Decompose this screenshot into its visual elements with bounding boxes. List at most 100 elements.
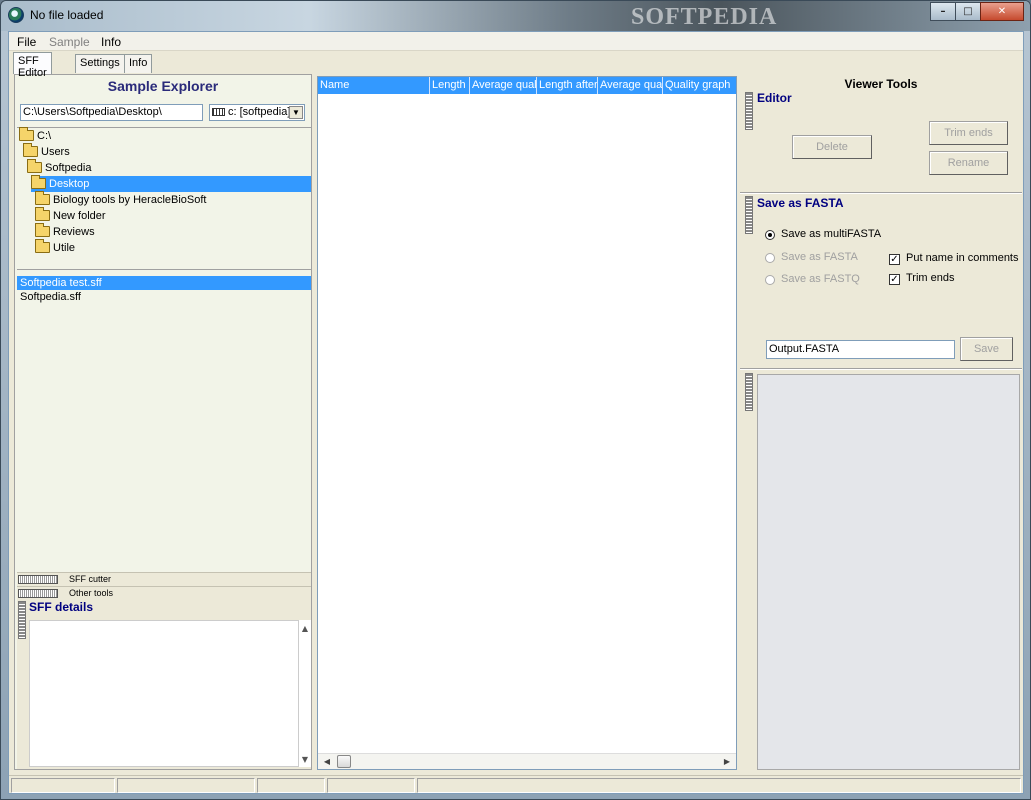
app-icon[interactable] xyxy=(8,7,24,23)
scroll-left-icon[interactable]: ◀ xyxy=(320,755,334,768)
other-tools-bar[interactable]: Other tools xyxy=(17,586,311,600)
viewer-tools-title: Viewer Tools xyxy=(844,77,918,91)
status-pane xyxy=(257,778,325,793)
tab-info[interactable]: Info xyxy=(124,54,153,73)
editor-title: Editor xyxy=(757,91,792,105)
tree-item-new-folder[interactable]: New folder xyxy=(35,207,106,224)
checkmark-icon: ✓ xyxy=(890,274,899,285)
file-list[interactable]: Softpedia test.sff Softpedia.sff xyxy=(17,273,311,570)
panel-grip-icon[interactable] xyxy=(745,196,753,234)
sff-details-title: SFF details xyxy=(29,600,94,614)
column-header-length-after[interactable]: Length after xyxy=(537,77,598,94)
radio-fastq-label: Save as FASTQ xyxy=(781,273,860,285)
open-folder-icon xyxy=(23,143,38,157)
radio-multifasta-label: Save as multiFASTA xyxy=(781,228,882,240)
radio-fasta-label: Save as FASTA xyxy=(781,251,858,263)
maximize-button[interactable]: □ xyxy=(955,2,981,21)
close-icon: ✕ xyxy=(997,6,1007,17)
tab-settings[interactable]: Settings xyxy=(75,54,125,73)
folder-icon xyxy=(35,239,50,253)
folder-icon xyxy=(35,223,50,237)
drive-label: c: [softpedia] xyxy=(228,106,291,118)
trim-ends-button[interactable]: Trim ends xyxy=(929,121,1008,145)
file-item[interactable]: Softpedia test.sff xyxy=(17,276,311,290)
status-pane xyxy=(417,778,1021,793)
minimize-button[interactable]: – xyxy=(930,2,956,21)
window-controls: – □ ✕ xyxy=(930,2,1024,21)
status-pane xyxy=(117,778,255,793)
sff-details-panel: SFF details ▲ ▼ xyxy=(17,599,311,769)
status-pane xyxy=(11,778,115,793)
status-pane xyxy=(327,778,415,793)
panel-grip-icon[interactable] xyxy=(745,92,753,130)
chevron-down-icon[interactable]: ▼ xyxy=(289,106,303,119)
maximize-icon: □ xyxy=(963,6,973,17)
panel-grip-icon[interactable] xyxy=(745,373,753,411)
expand-grip-icon[interactable] xyxy=(18,589,58,598)
column-header-average-quality-after[interactable]: Average qual xyxy=(598,77,663,94)
status-bar xyxy=(9,775,1023,793)
section-divider xyxy=(740,192,1022,194)
tree-item-c-drive[interactable]: C:\ xyxy=(19,127,51,144)
scroll-right-icon[interactable]: ▶ xyxy=(720,755,734,768)
column-header-quality-graph[interactable]: Quality graph xyxy=(663,77,736,94)
output-filename-input[interactable]: Output.FASTA xyxy=(766,340,955,359)
checkmark-icon: ✓ xyxy=(890,254,899,265)
reads-grid[interactable]: Name Length Average qual Length after Av… xyxy=(317,76,737,770)
menu-bar: File Sample Info xyxy=(9,32,1023,51)
grid-header: Name Length Average qual Length after Av… xyxy=(318,77,736,94)
close-button[interactable]: ✕ xyxy=(980,2,1024,21)
scroll-thumb[interactable] xyxy=(337,755,351,768)
application-window: No file loaded SOFTPEDIA – □ ✕ File Samp… xyxy=(0,0,1031,800)
tree-item-desktop[interactable]: Desktop xyxy=(31,175,311,192)
put-name-checkbox[interactable]: ✓ xyxy=(889,254,900,265)
folder-tree[interactable]: C:\ Users Softpedia Desktop Biology tool… xyxy=(17,127,311,270)
path-field[interactable]: C:\Users\Softpedia\Desktop\ xyxy=(20,104,203,121)
rename-button[interactable]: Rename xyxy=(929,151,1008,175)
radio-fastq[interactable] xyxy=(765,275,775,285)
softpedia-watermark: SOFTPEDIA xyxy=(631,4,778,30)
trim-ends-label: Trim ends xyxy=(906,272,955,284)
client-area: File Sample Info SFF Editor Settings Inf… xyxy=(8,31,1024,794)
column-header-average-quality[interactable]: Average qual xyxy=(470,77,537,94)
explorer-title: Sample Explorer xyxy=(107,78,219,94)
drive-icon xyxy=(212,108,225,117)
open-folder-icon xyxy=(31,175,46,189)
save-as-fasta-title: Save as FASTA xyxy=(757,196,844,210)
menu-sample[interactable]: Sample xyxy=(49,35,90,49)
section-divider xyxy=(740,368,1022,370)
window-title: No file loaded xyxy=(30,8,104,22)
viewer-display-area[interactable] xyxy=(757,374,1020,770)
tab-sff-editor[interactable]: SFF Editor xyxy=(13,52,52,79)
column-header-length[interactable]: Length xyxy=(430,77,470,94)
grid-horizontal-scrollbar[interactable]: ◀ ▶ xyxy=(318,753,736,769)
menu-info[interactable]: Info xyxy=(101,35,121,49)
sff-cutter-bar[interactable]: SFF cutter xyxy=(17,572,311,586)
column-header-name[interactable]: Name xyxy=(318,77,430,94)
scroll-up-icon[interactable]: ▲ xyxy=(299,624,311,633)
tree-item-users[interactable]: Users xyxy=(23,143,70,160)
radio-fasta[interactable] xyxy=(765,253,775,263)
expand-grip-icon[interactable] xyxy=(18,575,58,584)
tree-item-utile[interactable]: Utile xyxy=(35,239,75,256)
folder-icon xyxy=(35,207,50,221)
open-folder-icon xyxy=(27,159,42,173)
tree-item-biology-tools[interactable]: Biology tools by HeracleBioSoft xyxy=(35,191,206,208)
sff-details-text[interactable] xyxy=(29,620,299,767)
radio-multifasta[interactable] xyxy=(765,230,775,240)
tree-item-softpedia[interactable]: Softpedia xyxy=(27,159,91,176)
delete-button[interactable]: Delete xyxy=(792,135,872,159)
scroll-down-icon[interactable]: ▼ xyxy=(299,755,311,764)
save-button[interactable]: Save xyxy=(960,337,1013,361)
trim-ends-checkbox[interactable]: ✓ xyxy=(889,274,900,285)
file-item[interactable]: Softpedia.sff xyxy=(17,290,311,304)
tree-item-reviews[interactable]: Reviews xyxy=(35,223,95,240)
title-bar[interactable]: No file loaded SOFTPEDIA – □ ✕ xyxy=(1,1,1030,31)
panel-grip-icon[interactable] xyxy=(18,601,26,639)
folder-icon xyxy=(35,191,50,205)
menu-file[interactable]: File xyxy=(17,35,36,49)
drive-select[interactable]: c: [softpedia] ▼ xyxy=(209,104,305,121)
details-scrollbar[interactable]: ▲ ▼ xyxy=(299,620,311,767)
sample-explorer-panel: Sample Explorer C:\Users\Softpedia\Deskt… xyxy=(14,74,312,770)
sff-cutter-label: SFF cutter xyxy=(69,574,112,584)
